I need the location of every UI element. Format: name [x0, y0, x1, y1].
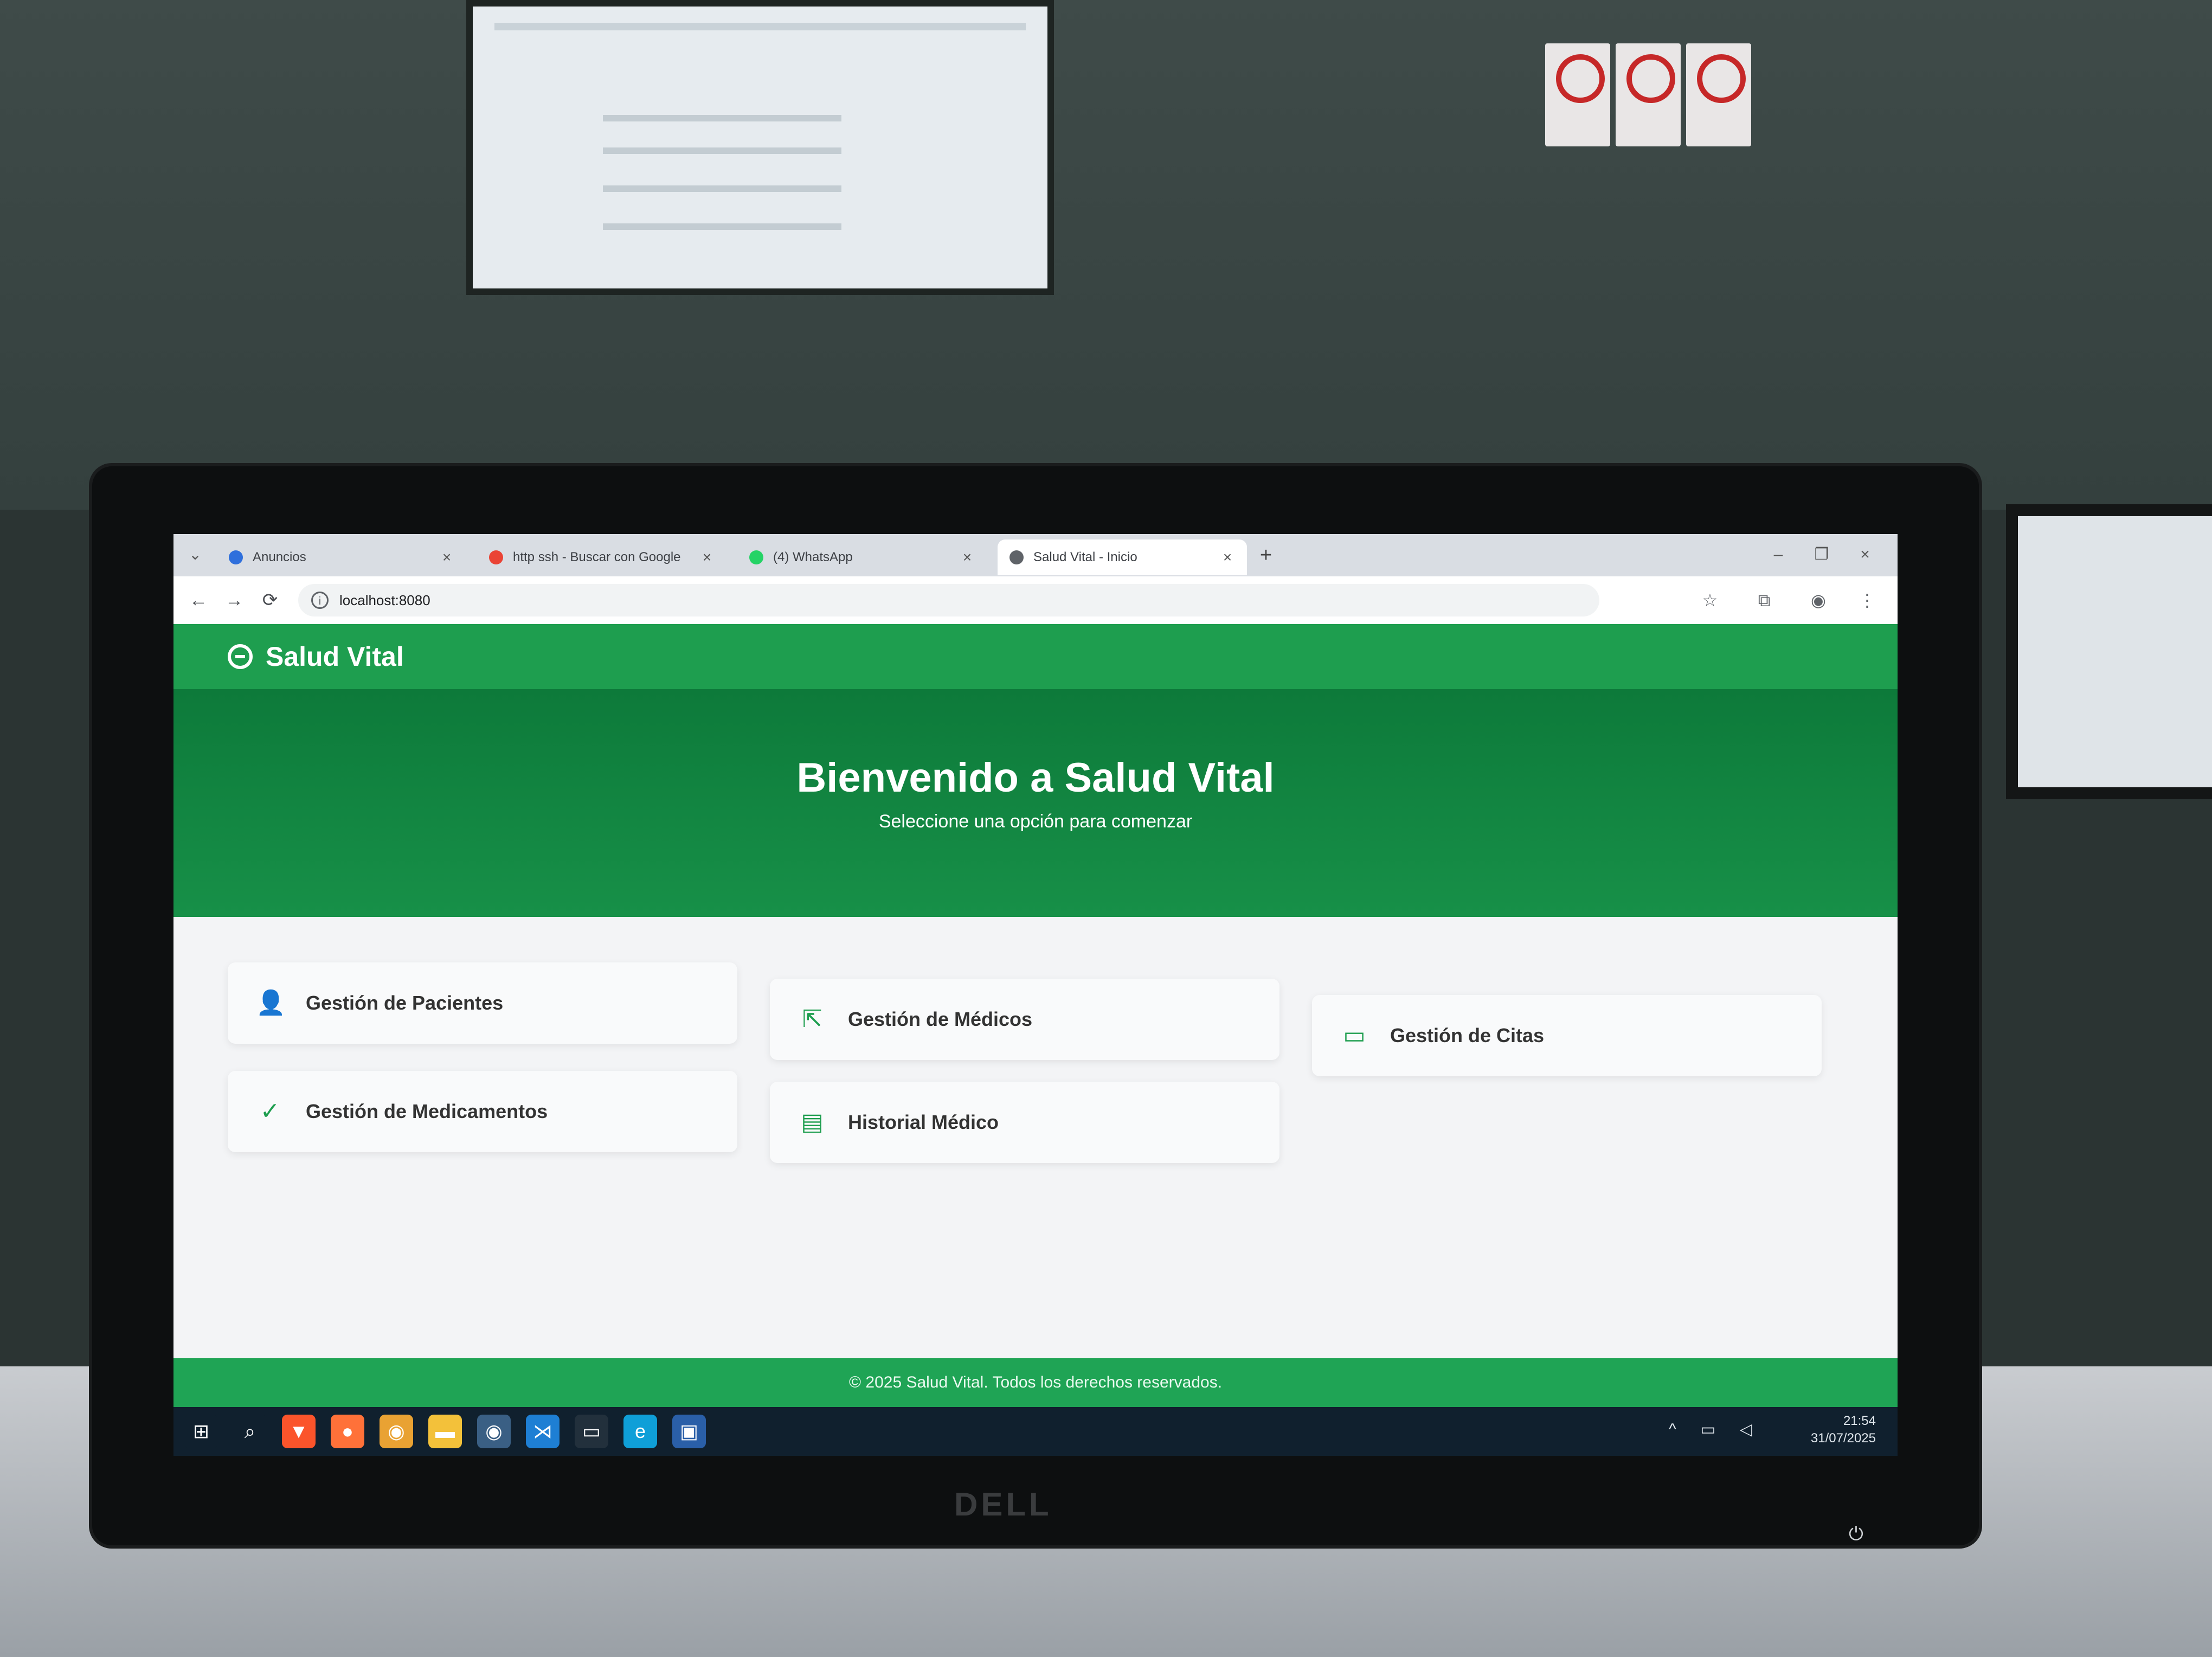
tray-icons[interactable]: ^ ▭ ◁ [1669, 1420, 1762, 1439]
no-sign-icon [1686, 43, 1751, 146]
tab-search-button[interactable]: ⌄ [184, 544, 206, 566]
tab-title: Salud Vital - Inicio [1033, 550, 1137, 564]
close-window-button[interactable]: × [1843, 540, 1887, 570]
tab-anuncios[interactable]: Anuncios × [217, 540, 466, 575]
menu-icon[interactable]: ⋮ [1854, 587, 1880, 613]
reload-button[interactable]: ⟳ [256, 586, 284, 614]
tab-strip: ⌄ Anuncios × http ssh - Buscar con Googl… [173, 534, 1898, 576]
minimize-button[interactable]: – [1757, 540, 1800, 570]
clock-date: 31/07/2025 [1810, 1431, 1876, 1446]
tab-title: (4) WhatsApp [773, 550, 853, 564]
forward-button[interactable]: → [220, 586, 248, 614]
brave-icon[interactable]: ▼ [282, 1415, 316, 1448]
maximize-button[interactable]: ❐ [1800, 540, 1843, 570]
card-pacientes[interactable]: 👤 Gestión de Pacientes [228, 962, 737, 1044]
extensions-icon[interactable]: ⧉ [1751, 587, 1777, 613]
card-historial[interactable]: ▤ Historial Médico [770, 1082, 1279, 1163]
tab-whatsapp[interactable]: (4) WhatsApp × [737, 540, 987, 575]
pill-icon: ✓ [260, 1098, 280, 1125]
user-icon: 👤 [256, 990, 286, 1016]
back-button[interactable]: ← [184, 586, 213, 614]
document-icon: ▤ [801, 1109, 824, 1135]
projector-line [603, 185, 841, 192]
favicon-icon [229, 550, 243, 564]
tab-google-search[interactable]: http ssh - Buscar con Google × [477, 540, 726, 575]
power-icon[interactable]: ⏻ [1849, 1524, 1863, 1545]
system-clock[interactable]: 21:54 31/07/2025 [1811, 1412, 1876, 1447]
monitor-brand: DELL [954, 1486, 1052, 1523]
close-icon[interactable]: × [960, 549, 975, 566]
projector-screen [466, 0, 1054, 295]
hero-title: Bienvenido a Salud Vital [796, 755, 1275, 801]
edge-icon[interactable]: e [623, 1415, 657, 1448]
hero-banner: Bienvenido a Salud Vital Seleccione una … [173, 689, 1898, 917]
globe-icon [1009, 550, 1024, 564]
app-icon[interactable]: ▭ [575, 1415, 608, 1448]
close-icon[interactable]: × [1220, 549, 1235, 566]
card-citas[interactable]: ▭ Gestión de Citas [1312, 995, 1822, 1076]
tab-title: http ssh - Buscar con Google [513, 550, 681, 564]
info-icon[interactable]: i [311, 592, 329, 609]
close-icon[interactable]: × [439, 549, 454, 566]
tab-title: Anuncios [253, 550, 306, 564]
card-medicos[interactable]: ⇱ Gestión de Médicos [770, 979, 1279, 1060]
browser-toolbar: ← → ⟳ i localhost:8080 ☆ ⧉ ◉ ⋮ [173, 576, 1898, 625]
projector-line [603, 223, 841, 230]
no-sign-icon [1616, 43, 1681, 146]
projector-bar [494, 23, 1026, 30]
wall-signs [1545, 43, 1762, 152]
tab-salud-vital[interactable]: Salud Vital - Inicio × [998, 540, 1247, 575]
projector-line [603, 147, 841, 154]
search-icon[interactable]: ⌕ [233, 1415, 267, 1448]
projector-line [603, 115, 841, 121]
whatsapp-icon [749, 550, 763, 564]
google-icon [489, 550, 503, 564]
screen: ⌄ Anuncios × http ssh - Buscar con Googl… [173, 534, 1898, 1456]
vscode-icon[interactable]: ⋊ [526, 1415, 560, 1448]
room-background [0, 0, 2212, 510]
address-bar[interactable]: i localhost:8080 [298, 584, 1599, 616]
side-monitor [2006, 504, 2212, 799]
firefox-icon[interactable]: ● [331, 1415, 364, 1448]
brand-title[interactable]: Salud Vital [266, 641, 404, 672]
logo-icon [228, 644, 253, 669]
file-explorer-icon[interactable]: ▬ [428, 1415, 462, 1448]
card-medicamentos[interactable]: ✓ Gestión de Medicamentos [228, 1071, 737, 1152]
card-label: Gestión de Pacientes [306, 992, 504, 1014]
close-icon[interactable]: × [699, 549, 715, 566]
app-icon[interactable]: ▣ [672, 1415, 706, 1448]
hero-subtitle: Seleccione una opción para comenzar [878, 811, 1193, 832]
clock-time: 21:54 [1843, 1414, 1876, 1428]
calendar-icon: ▭ [1343, 1022, 1366, 1049]
app-header: Salud Vital [173, 624, 1898, 689]
windows-start-icon[interactable]: ⊞ [184, 1415, 218, 1448]
profile-icon[interactable]: ◉ [1805, 587, 1831, 613]
bookmark-star-icon[interactable]: ☆ [1697, 587, 1723, 613]
card-label: Gestión de Médicos [848, 1008, 1033, 1030]
page-footer: © 2025 Salud Vital. Todos los derechos r… [173, 1358, 1898, 1407]
chrome-active-icon[interactable]: ◉ [477, 1415, 511, 1448]
doctor-icon: ⇱ [802, 1006, 822, 1032]
card-label: Gestión de Medicamentos [306, 1100, 548, 1122]
url-text: localhost:8080 [339, 592, 430, 608]
card-label: Gestión de Citas [1390, 1024, 1545, 1046]
card-label: Historial Médico [848, 1111, 999, 1133]
chrome-icon[interactable]: ◉ [380, 1415, 413, 1448]
new-tab-button[interactable]: + [1252, 542, 1279, 569]
taskbar: ⊞ ⌕ ▼ ● ◉ ▬ ◉ ⋊ ▭ e ▣ ^ ▭ ◁ 21:54 31/07/… [173, 1407, 1898, 1456]
no-sign-icon [1545, 43, 1610, 146]
